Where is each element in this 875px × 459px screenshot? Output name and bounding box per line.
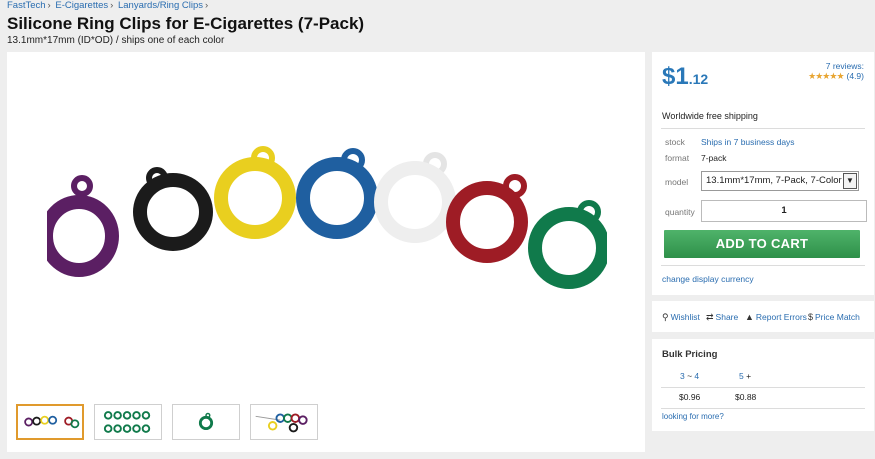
price-dollars: $1 (662, 63, 689, 90)
reviews: 7 reviews: ★★★★★ (4.9) (808, 61, 864, 82)
breadcrumb-separator: › (47, 0, 51, 11)
format-value: 7-pack (701, 153, 727, 163)
report-errors-button[interactable]: ▲ Report Errors (745, 312, 807, 322)
product-main-image[interactable] (47, 142, 607, 302)
model-select-value: 13.1mm*17mm, 7-Pack, 7-Color (706, 175, 842, 186)
quantity-label: quantity (665, 207, 695, 217)
price: $1.12 (662, 63, 708, 91)
wishlist-button[interactable]: ⚲ Wishlist (662, 312, 700, 323)
breadcrumb-separator: › (110, 0, 114, 11)
price-match-label: Price Match (815, 312, 860, 322)
thumbnail-4[interactable] (250, 404, 318, 440)
tier-range-end: 4 (694, 371, 700, 381)
share-label: Share (715, 312, 739, 322)
price-match-button[interactable]: $ Price Match (808, 312, 860, 322)
share-button[interactable]: ⇄ Share (706, 312, 738, 323)
divider (661, 408, 865, 409)
format-label: format (665, 153, 690, 163)
pin-icon: ⚲ (662, 312, 669, 322)
model-select[interactable]: 13.1mm*17mm, 7-Pack, 7-Color ▼ (701, 171, 859, 191)
ring-white (374, 152, 456, 243)
divider (661, 265, 865, 266)
breadcrumb-separator: › (205, 0, 209, 11)
ring-yellow (214, 146, 296, 239)
product-image-panel (7, 52, 645, 452)
bulk-tier-2: 5 + (739, 371, 751, 381)
model-label: model (665, 177, 689, 187)
bulk-tier-2-price: $0.88 (735, 392, 757, 402)
ring-green (528, 200, 607, 289)
breadcrumb-link-e-cigarettes[interactable]: E-Cigarettes (55, 0, 108, 11)
price-cents: .12 (688, 71, 709, 87)
divider (661, 387, 865, 388)
bulk-tier-1: 3 ~ 4 (680, 371, 699, 381)
product-subtitle: 13.1mm*17mm (ID*OD) / ships one of each … (7, 35, 225, 46)
bulk-pricing: Bulk Pricing 3 ~ 4 5 + $0.96 $0.88 looki… (652, 339, 874, 431)
tier-range-separator: + (743, 371, 752, 381)
thumbnail-1[interactable] (16, 404, 84, 440)
ring-red (446, 174, 528, 263)
product-title: Silicone Ring Clips for E-Cigarettes (7-… (7, 14, 365, 33)
chevron-down-icon[interactable]: ▼ (843, 173, 857, 189)
tier-range-separator: ~ (684, 371, 695, 381)
ring-black (133, 167, 213, 251)
add-to-cart-button[interactable]: ADD TO CART (664, 230, 860, 258)
quantity-input[interactable]: 1 (701, 200, 867, 222)
warning-icon: ▲ (745, 312, 754, 322)
ring-blue (296, 148, 378, 239)
divider (661, 128, 865, 129)
bulk-tier-1-price: $0.96 (679, 392, 701, 402)
stock-value[interactable]: Ships in 7 business days (701, 137, 795, 147)
breadcrumb-link-fasttech[interactable]: FastTech (7, 0, 46, 11)
breadcrumb-link-lanyards[interactable]: Lanyards/Ring Clips (118, 0, 203, 11)
product-actions: ⚲ Wishlist ⇄ Share ▲ Report Errors $ Price M… (652, 301, 874, 332)
shipping-info: Worldwide free shipping (662, 111, 758, 121)
rating-stars-icon: ★★★★★ (808, 71, 844, 81)
ring-purple (47, 175, 119, 277)
rating-value[interactable]: (4.9) (847, 71, 864, 81)
reviews-link[interactable]: 7 reviews: (808, 61, 864, 71)
looking-for-more-link[interactable]: looking for more? (662, 412, 724, 421)
wishlist-label: Wishlist (670, 312, 700, 322)
stock-label: stock (665, 137, 685, 147)
change-currency-link[interactable]: change display currency (662, 274, 754, 284)
breadcrumb: FastTech › E-Cigarettes › Lanyards/Ring Cl… (7, 0, 210, 11)
dollar-icon: $ (808, 312, 814, 322)
buy-box: $1.12 7 reviews: ★★★★★ (4.9) Worldwide fr… (652, 52, 874, 295)
share-icon: ⇄ (706, 312, 714, 322)
thumbnail-3[interactable] (172, 404, 240, 440)
report-errors-label: Report Errors (755, 312, 807, 322)
bulk-pricing-title: Bulk Pricing (662, 349, 718, 360)
thumbnail-2[interactable] (94, 404, 162, 440)
